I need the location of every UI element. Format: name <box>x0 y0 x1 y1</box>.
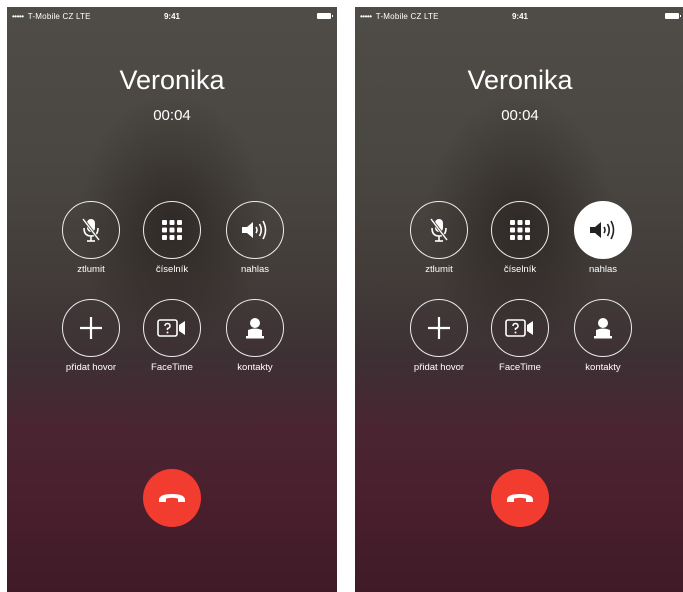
call-screen-speaker-off: ••••• T-Mobile CZ LTE 9:41 Veronika 00:0… <box>7 7 337 592</box>
caller-name: Veronika <box>467 65 573 95</box>
plus-icon <box>428 317 450 339</box>
contacts-icon <box>594 318 612 339</box>
add-call-button[interactable]: přidat hovor <box>399 299 479 373</box>
facetime-icon <box>157 319 185 337</box>
mute-button[interactable]: ztlumit <box>399 201 479 275</box>
keypad-button[interactable]: číselník <box>132 201 212 275</box>
microphone-muted-icon <box>429 218 449 242</box>
microphone-muted-icon <box>81 218 101 242</box>
call-screen-speaker-on: ••••• T-Mobile CZ LTE 9:41 Veronika 00:0… <box>355 7 683 592</box>
keypad-icon <box>162 220 182 240</box>
keypad-label: číselník <box>155 264 189 275</box>
battery-icon <box>665 13 681 19</box>
contacts-button[interactable]: kontakty <box>563 299 643 373</box>
keypad-button[interactable]: číselník <box>480 201 560 275</box>
speaker-icon <box>242 220 267 240</box>
caller-name: Veronika <box>119 65 225 95</box>
add-call-button[interactable]: přidat hovor <box>51 299 131 373</box>
facetime-icon <box>505 319 533 337</box>
speaker-label: nahlas <box>589 264 617 275</box>
speaker-icon <box>590 220 615 240</box>
speaker-label: nahlas <box>241 264 269 275</box>
contacts-label: kontakty <box>237 362 273 373</box>
contacts-button[interactable]: kontakty <box>215 299 295 373</box>
keypad-icon <box>510 220 530 240</box>
contacts-label: kontakty <box>585 362 621 373</box>
status-bar: ••••• T-Mobile CZ LTE 9:41 <box>7 7 337 25</box>
battery-icon <box>317 13 333 19</box>
speaker-button-active[interactable]: nahlas <box>563 201 643 275</box>
add-call-label: přidat hovor <box>65 362 117 373</box>
mute-button[interactable]: ztlumit <box>51 201 131 275</box>
hang-up-icon <box>507 494 533 502</box>
status-time: 9:41 <box>511 12 528 21</box>
add-call-label: přidat hovor <box>413 362 465 373</box>
mute-label: ztlumit <box>77 264 105 275</box>
end-call-button[interactable] <box>491 469 549 527</box>
end-call-button[interactable] <box>143 469 201 527</box>
call-duration: 00:04 <box>153 107 191 124</box>
facetime-button[interactable]: FaceTime <box>132 299 212 373</box>
facetime-label: FaceTime <box>499 362 541 373</box>
status-bar: ••••• T-Mobile CZ LTE 9:41 <box>355 7 683 25</box>
facetime-label: FaceTime <box>151 362 193 373</box>
contacts-icon <box>246 318 264 339</box>
hang-up-icon <box>159 494 185 502</box>
status-time: 9:41 <box>163 12 180 21</box>
mute-label: ztlumit <box>425 264 453 275</box>
call-duration: 00:04 <box>501 107 539 124</box>
plus-icon <box>80 317 102 339</box>
speaker-button[interactable]: nahlas <box>215 201 295 275</box>
facetime-button[interactable]: FaceTime <box>480 299 560 373</box>
keypad-label: číselník <box>503 264 537 275</box>
